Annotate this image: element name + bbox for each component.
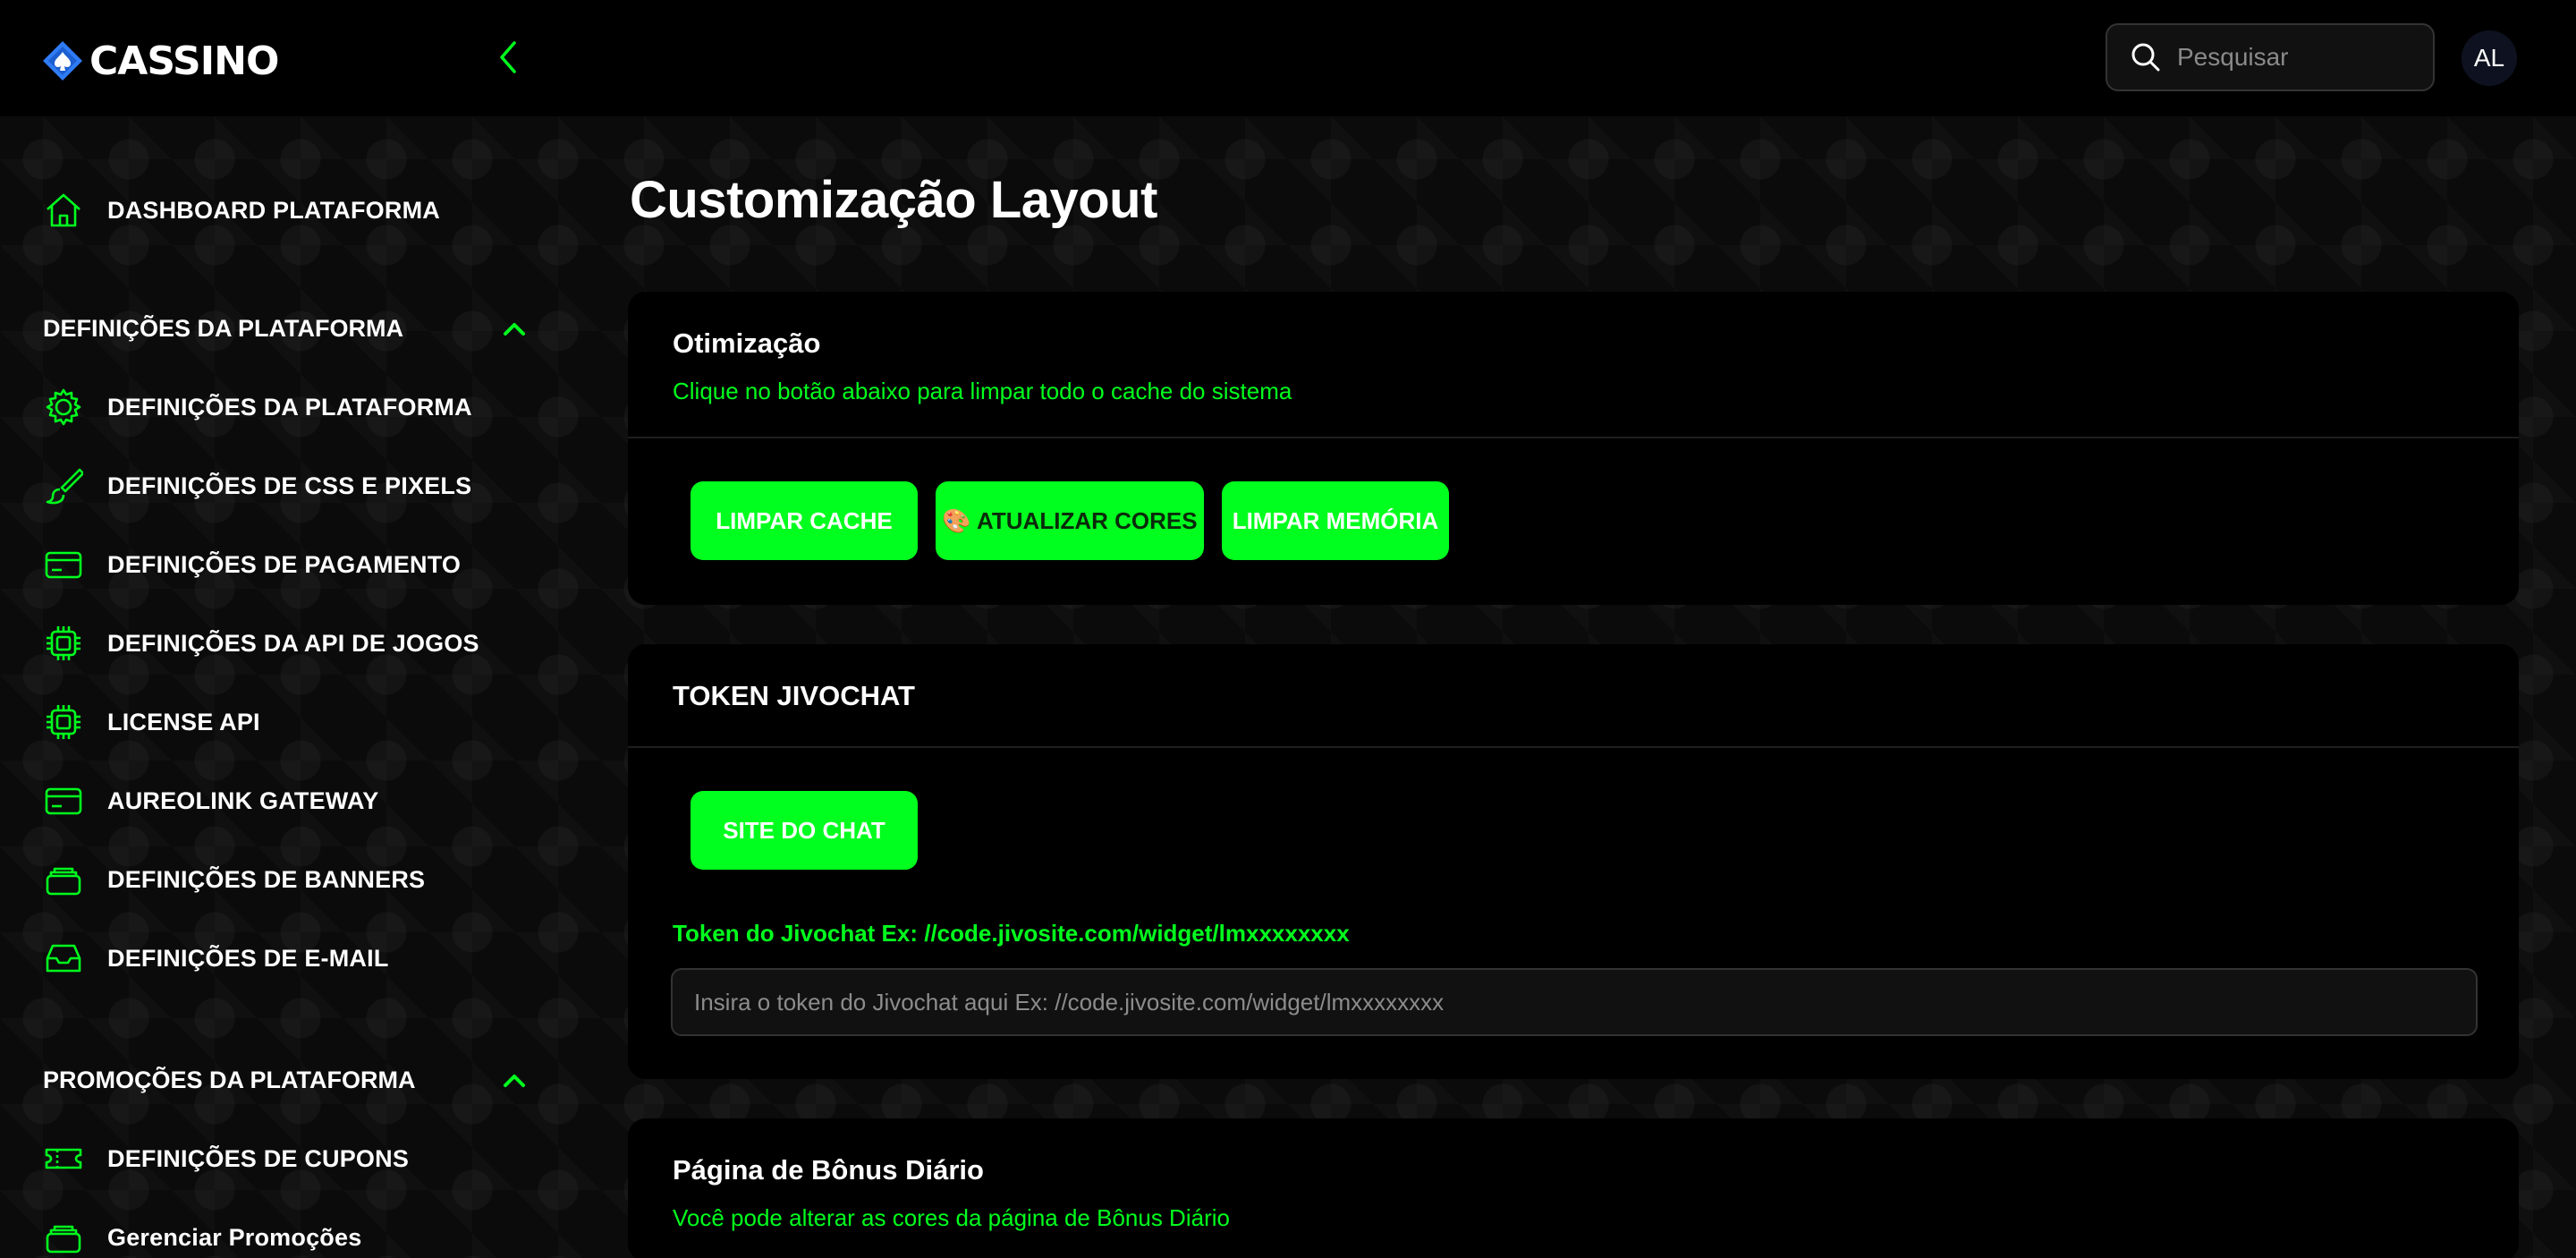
sidebar-item-label: DEFINIÇÕES DE BANNERS (107, 865, 426, 893)
credit-card-icon (43, 780, 84, 821)
home-icon (43, 190, 84, 231)
sidebar-item-css-pixels[interactable]: DEFINIÇÕES DE CSS E PIXELS (43, 459, 471, 513)
sidebar-item-label: AUREOLINK GATEWAY (107, 786, 379, 814)
sidebar-item-label: DEFINIÇÕES DA PLATAFORMA (107, 393, 472, 421)
card-subtitle: Você pode alterar as cores da página de … (673, 1204, 1230, 1231)
sidebar-item-games-api[interactable]: DEFINIÇÕES DA API DE JOGOS (43, 616, 479, 670)
logo[interactable]: CASSINO (41, 36, 279, 86)
section-title: PROMOÇÕES DA PLATAFORMA (43, 1066, 416, 1093)
top-bar: CASSINO AL (0, 0, 2576, 116)
optimization-card: Otimização Clique no botão abaixo para l… (628, 292, 2519, 605)
jivochat-token-label: Token do Jivochat Ex: //code.jivosite.co… (673, 920, 1350, 947)
sidebar: DASHBOARD PLATAFORMA DEFINIÇÕES DA PLATA… (0, 116, 555, 1258)
gear-icon (43, 387, 84, 428)
section-header-promotions[interactable]: PROMOÇÕES DA PLATAFORMA (43, 1058, 526, 1102)
sidebar-item-label: DEFINIÇÕES DE E-MAIL (107, 944, 389, 972)
sidebar-item-payment[interactable]: DEFINIÇÕES DE PAGAMENTO (43, 538, 461, 591)
sidebar-item-coupons[interactable]: DEFINIÇÕES DE CUPONS (43, 1132, 409, 1186)
card-subtitle: Clique no botão abaixo para limpar todo … (673, 378, 1292, 404)
ticket-icon (43, 1138, 84, 1179)
daily-bonus-card: Página de Bônus Diário Você pode alterar… (628, 1118, 2519, 1258)
section-title: DEFINIÇÕES DA PLATAFORMA (43, 314, 403, 342)
logo-diamond-icon (43, 41, 82, 81)
stack-icon (43, 859, 84, 900)
sidebar-item-email[interactable]: DEFINIÇÕES DE E-MAIL (43, 931, 389, 985)
sidebar-item-label: DEFINIÇÕES DE PAGAMENTO (107, 550, 462, 578)
credit-card-icon (43, 544, 84, 585)
sidebar-item-manage-promotions[interactable]: Gerenciar Promoções (43, 1211, 361, 1258)
update-colors-button[interactable]: 🎨 ATUALIZAR CORES (936, 481, 1204, 560)
chevron-up-icon (504, 323, 525, 336)
cpu-chip-icon (43, 701, 84, 743)
sidebar-item-platform-settings[interactable]: DEFINIÇÕES DA PLATAFORMA (43, 380, 472, 434)
brush-icon (43, 465, 84, 506)
sidebar-item-banners[interactable]: DEFINIÇÕES DE BANNERS (43, 853, 425, 906)
jivochat-card: TOKEN JIVOCHAT SITE DO CHAT Token do Jiv… (628, 644, 2519, 1079)
cpu-chip-icon (43, 623, 84, 664)
chat-site-button[interactable]: SITE DO CHAT (691, 791, 918, 870)
chevron-up-icon (504, 1075, 525, 1087)
sidebar-item-label: LICENSE API (107, 708, 260, 735)
search-icon (2131, 43, 2160, 72)
search-input[interactable] (2177, 43, 2410, 72)
sidebar-item-aureolink-gateway[interactable]: AUREOLINK GATEWAY (43, 774, 378, 828)
avatar[interactable]: AL (2462, 30, 2517, 86)
sidebar-item-label: Gerenciar Promoções (107, 1223, 362, 1251)
clear-cache-button[interactable]: LIMPAR CACHE (691, 481, 918, 560)
page-title: Customização Layout (630, 171, 1157, 229)
card-title: Otimização (673, 327, 821, 359)
card-title: Página de Bônus Diário (673, 1154, 984, 1186)
card-title: TOKEN JIVOCHAT (673, 680, 915, 711)
sidebar-item-label: DEFINIÇÕES DE CSS E PIXELS (107, 472, 472, 499)
sidebar-item-license-api[interactable]: LICENSE API (43, 695, 260, 749)
divider (628, 746, 2519, 748)
collapse-sidebar-button[interactable] (490, 39, 526, 75)
sidebar-item-label: DEFINIÇÕES DA API DE JOGOS (107, 629, 479, 657)
sidebar-item-dashboard[interactable]: DASHBOARD PLATAFORMA (43, 183, 440, 237)
chevron-left-icon (500, 41, 516, 73)
inbox-icon (43, 938, 84, 979)
search-box[interactable] (2106, 23, 2435, 91)
jivochat-token-input[interactable] (671, 968, 2478, 1036)
logo-text: CASSINO (89, 38, 279, 84)
sidebar-item-label: DEFINIÇÕES DE CUPONS (107, 1144, 410, 1172)
stack-icon (43, 1217, 84, 1258)
clear-memory-button[interactable]: LIMPAR MEMÓRIA (1222, 481, 1449, 560)
sidebar-item-label: DASHBOARD PLATAFORMA (107, 196, 440, 224)
section-header-platform[interactable]: DEFINIÇÕES DA PLATAFORMA (43, 306, 526, 351)
divider (628, 437, 2519, 438)
